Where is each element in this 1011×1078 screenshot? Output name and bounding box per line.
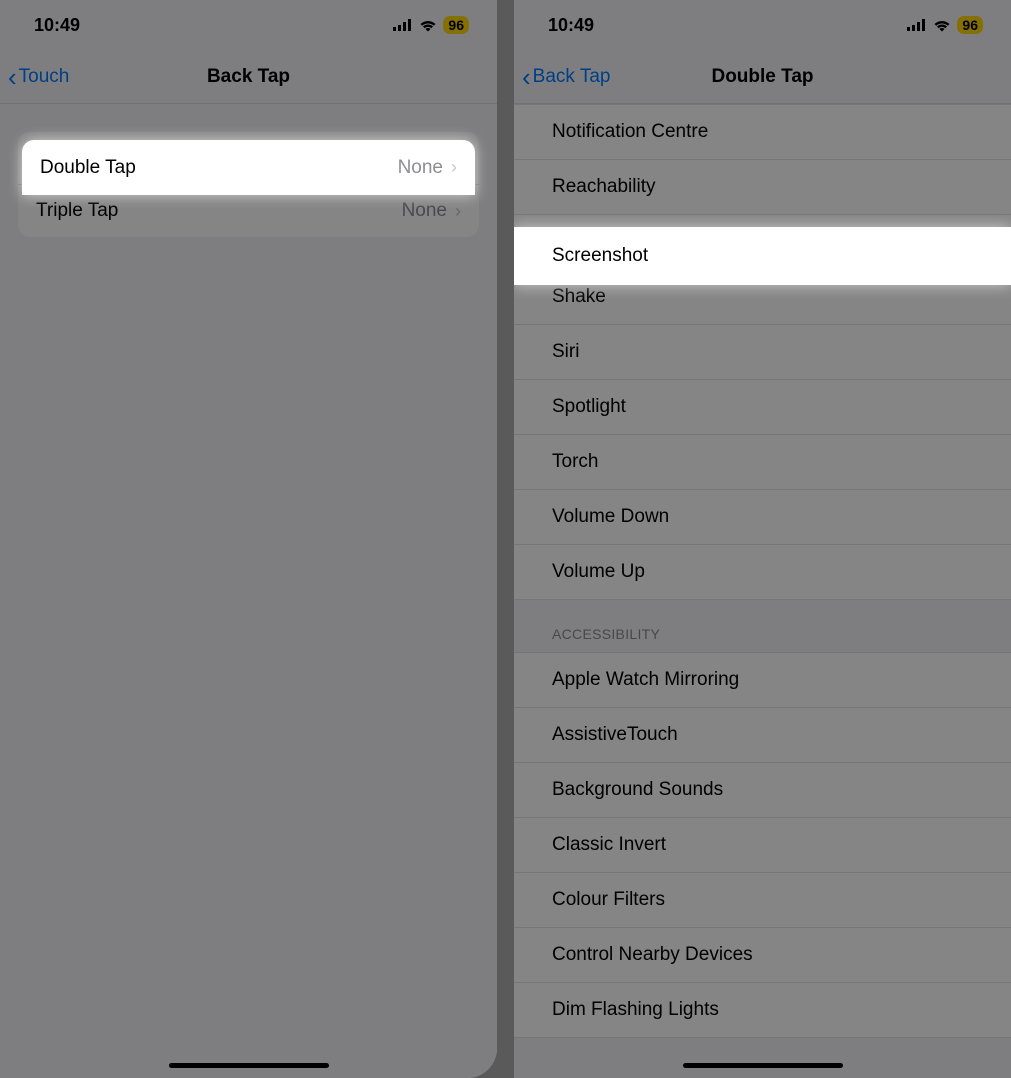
highlighted-screenshot-row[interactable]: Screenshot xyxy=(514,227,1011,285)
cellular-signal-icon xyxy=(907,19,927,31)
back-button[interactable]: ‹ Touch xyxy=(8,64,69,90)
option-assistivetouch[interactable]: AssistiveTouch xyxy=(514,708,1011,763)
chevron-left-icon: ‹ xyxy=(8,64,17,90)
option-torch[interactable]: Torch xyxy=(514,435,1011,490)
option-dim-flashing-lights[interactable]: Dim Flashing Lights xyxy=(514,983,1011,1038)
back-label: Touch xyxy=(19,66,70,88)
right-phone-screen: 10:49 96 ‹ Back Tap Double Tap Notificat… xyxy=(514,0,1011,1078)
back-label: Back Tap xyxy=(533,66,611,88)
row-label: Screenshot xyxy=(552,245,648,267)
highlighted-double-tap-row[interactable]: Double Tap None › xyxy=(22,140,475,195)
option-spotlight[interactable]: Spotlight xyxy=(514,380,1011,435)
option-classic-invert[interactable]: Classic Invert xyxy=(514,818,1011,873)
row-value: None › xyxy=(398,157,457,179)
option-apple-watch-mirroring[interactable]: Apple Watch Mirroring xyxy=(514,653,1011,708)
home-indicator[interactable] xyxy=(683,1063,843,1068)
wifi-icon xyxy=(419,19,437,32)
wifi-icon xyxy=(933,19,951,32)
option-volume-down[interactable]: Volume Down xyxy=(514,490,1011,545)
battery-badge: 96 xyxy=(957,16,983,34)
option-reachability[interactable]: Reachability xyxy=(514,160,1011,215)
nav-header: ‹ Back Tap Double Tap xyxy=(514,50,1011,104)
accessibility-section: Apple Watch Mirroring AssistiveTouch Bac… xyxy=(514,652,1011,1038)
page-title: Double Tap xyxy=(711,66,813,88)
status-right: 96 xyxy=(393,16,469,34)
accessibility-header: ACCESSIBILITY xyxy=(514,600,1011,652)
home-indicator[interactable] xyxy=(169,1063,329,1068)
chevron-right-icon: › xyxy=(455,201,461,222)
battery-badge: 96 xyxy=(443,16,469,34)
option-volume-up[interactable]: Volume Up xyxy=(514,545,1011,600)
status-right: 96 xyxy=(907,16,983,34)
option-siri[interactable]: Siri xyxy=(514,325,1011,380)
status-bar: 10:49 96 xyxy=(514,0,1011,50)
status-time: 10:49 xyxy=(548,15,594,36)
option-colour-filters[interactable]: Colour Filters xyxy=(514,873,1011,928)
row-label: Triple Tap xyxy=(36,200,118,222)
row-label: Double Tap xyxy=(40,157,136,179)
chevron-right-icon: › xyxy=(451,157,457,178)
back-button[interactable]: ‹ Back Tap xyxy=(522,64,610,90)
system-section: Notification Centre Reachability Screens… xyxy=(514,104,1011,600)
cellular-signal-icon xyxy=(393,19,413,31)
status-bar: 10:49 96 xyxy=(0,0,497,50)
option-notification-centre[interactable]: Notification Centre xyxy=(514,105,1011,160)
chevron-left-icon: ‹ xyxy=(522,64,531,90)
nav-header: ‹ Touch Back Tap xyxy=(0,50,497,104)
option-background-sounds[interactable]: Background Sounds xyxy=(514,763,1011,818)
status-time: 10:49 xyxy=(34,15,80,36)
option-control-nearby-devices[interactable]: Control Nearby Devices xyxy=(514,928,1011,983)
row-value: None › xyxy=(402,200,461,222)
left-phone-screen: 10:49 96 ‹ Touch Back Tap Double Tap Non… xyxy=(0,0,497,1078)
page-title: Back Tap xyxy=(207,66,290,88)
